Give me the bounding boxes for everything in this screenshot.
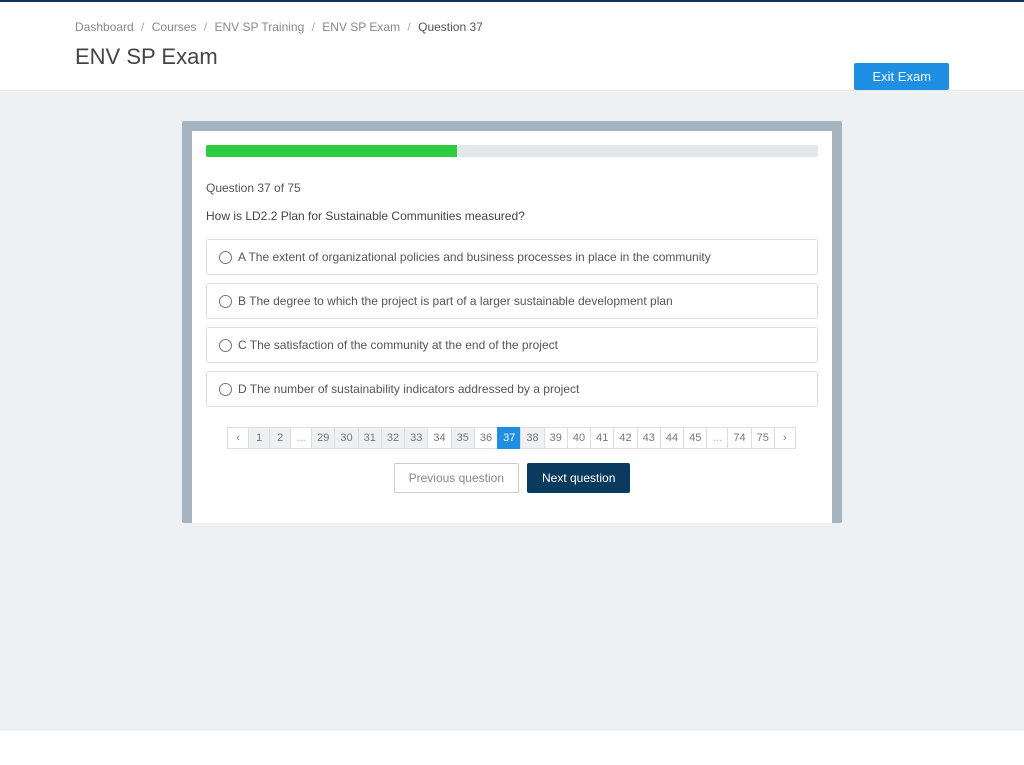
page-number[interactable]: 43 (637, 427, 661, 449)
page-title: ENV SP Exam (75, 44, 949, 70)
page-number[interactable]: 30 (334, 427, 358, 449)
page-number[interactable]: 42 (613, 427, 637, 449)
page-number[interactable]: 34 (427, 427, 451, 449)
page-number[interactable]: 31 (358, 427, 382, 449)
page-prev-arrow[interactable]: ‹ (227, 427, 249, 449)
page-number[interactable]: 32 (381, 427, 405, 449)
breadcrumb-separator: / (200, 20, 210, 34)
page-ellipsis: ... (706, 427, 728, 449)
question-counter: Question 37 of 75 (206, 181, 818, 195)
answer-radio[interactable] (219, 251, 232, 264)
breadcrumb-link[interactable]: Courses (152, 20, 197, 34)
page-number[interactable]: 45 (683, 427, 707, 449)
page-number[interactable]: 37 (497, 427, 521, 449)
breadcrumb-link[interactable]: ENV SP Exam (322, 20, 400, 34)
answer-option[interactable]: A The extent of organizational policies … (206, 239, 818, 275)
answer-text: D The number of sustainability indicator… (238, 382, 579, 396)
answer-option[interactable]: B The degree to which the project is par… (206, 283, 818, 319)
page-next-arrow[interactable]: › (774, 427, 796, 449)
page-number[interactable]: 33 (404, 427, 428, 449)
page-number[interactable]: 41 (590, 427, 614, 449)
answer-radio[interactable] (219, 339, 232, 352)
breadcrumb: Dashboard / Courses / ENV SP Training / … (75, 12, 949, 44)
answer-text: C The satisfaction of the community at t… (238, 338, 558, 352)
page-ellipsis: ... (290, 427, 312, 449)
page-number[interactable]: 2 (269, 427, 291, 449)
answer-option[interactable]: D The number of sustainability indicator… (206, 371, 818, 407)
page-number[interactable]: 29 (311, 427, 335, 449)
breadcrumb-separator: / (308, 20, 318, 34)
answer-text: A The extent of organizational policies … (238, 250, 711, 264)
breadcrumb-link[interactable]: Dashboard (75, 20, 134, 34)
page-number[interactable]: 44 (660, 427, 684, 449)
page-number[interactable]: 36 (474, 427, 498, 449)
breadcrumb-separator: / (404, 20, 414, 34)
answer-radio[interactable] (219, 383, 232, 396)
nav-buttons: Previous question Next question (206, 463, 818, 493)
next-question-button[interactable]: Next question (527, 463, 630, 493)
breadcrumb-separator: / (138, 20, 148, 34)
question-text: How is LD2.2 Plan for Sustainable Commun… (206, 209, 818, 223)
breadcrumb-current: Question 37 (418, 20, 483, 34)
page-number[interactable]: 38 (520, 427, 544, 449)
exam-card: Question 37 of 75 How is LD2.2 Plan for … (182, 121, 842, 523)
breadcrumb-link[interactable]: ENV SP Training (214, 20, 304, 34)
previous-question-button[interactable]: Previous question (394, 463, 519, 493)
page-body: Question 37 of 75 How is LD2.2 Plan for … (0, 91, 1024, 731)
page-number[interactable]: 1 (248, 427, 270, 449)
progress-fill (206, 145, 457, 157)
answer-radio[interactable] (219, 295, 232, 308)
page-number[interactable]: 75 (751, 427, 775, 449)
page-number[interactable]: 74 (727, 427, 751, 449)
exit-exam-button[interactable]: Exit Exam (854, 63, 949, 90)
progress-bar (206, 145, 818, 157)
page-number[interactable]: 35 (451, 427, 475, 449)
pagination: ‹12...2930313233343536373839404142434445… (206, 427, 818, 449)
answer-list: A The extent of organizational policies … (206, 239, 818, 407)
answer-option[interactable]: C The satisfaction of the community at t… (206, 327, 818, 363)
page-number[interactable]: 39 (544, 427, 568, 449)
answer-text: B The degree to which the project is par… (238, 294, 673, 308)
page-number[interactable]: 40 (567, 427, 591, 449)
